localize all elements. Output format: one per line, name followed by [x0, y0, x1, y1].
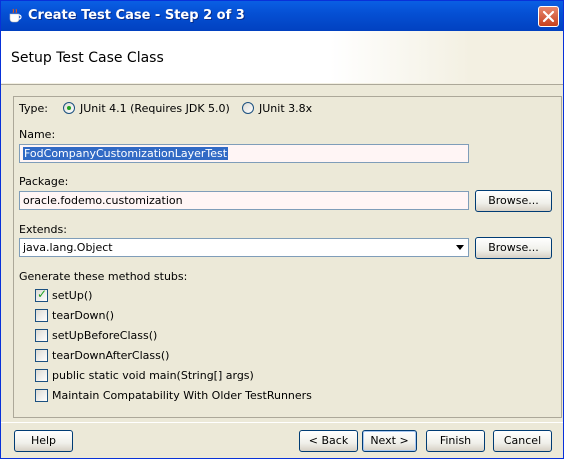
header-band: Setup Test Case Class — [1, 31, 563, 84]
junit3-radio[interactable] — [242, 102, 254, 114]
junit4-radio-label[interactable]: JUnit 4.1 (Requires JDK 5.0) — [80, 102, 230, 115]
package-value: oracle.fodemo.customization — [23, 194, 183, 207]
next-button[interactable]: Next > — [362, 430, 417, 452]
main-method-label[interactable]: public static void main(String[] args) — [52, 369, 254, 382]
page-title: Setup Test Case Class — [11, 50, 164, 66]
stubs-label: Generate these method stubs: — [19, 270, 188, 283]
extends-label: Extends: — [19, 223, 67, 236]
dialog-window: Create Test Case - Step 2 of 3 Setup Tes… — [0, 0, 564, 459]
footer-divider — [1, 422, 563, 423]
close-button[interactable] — [538, 6, 559, 27]
package-label: Package: — [19, 175, 69, 188]
type-label: Type: — [19, 102, 48, 115]
teardown-checkbox[interactable] — [35, 309, 48, 322]
setupbeforeclass-label[interactable]: setUpBeforeClass() — [52, 329, 157, 342]
back-button[interactable]: < Back — [299, 430, 358, 452]
compatibility-label[interactable]: Maintain Compatability With Older TestRu… — [52, 389, 312, 402]
window-title: Create Test Case - Step 2 of 3 — [28, 8, 245, 23]
extends-browse-button[interactable]: Browse... — [475, 237, 552, 259]
package-browse-button[interactable]: Browse... — [475, 190, 552, 212]
main-method-checkbox[interactable] — [35, 369, 48, 382]
setupbeforeclass-checkbox[interactable] — [35, 329, 48, 342]
name-field[interactable]: FodCompanyCustomizationLayerTest — [19, 144, 469, 163]
package-field[interactable]: oracle.fodemo.customization — [19, 191, 469, 210]
compatibility-checkbox[interactable] — [35, 389, 48, 402]
help-button[interactable]: Help — [14, 430, 73, 452]
extends-value: java.lang.Object — [23, 241, 113, 254]
teardown-label[interactable]: tearDown() — [52, 309, 114, 322]
junit4-radio[interactable] — [63, 102, 75, 114]
chevron-down-icon[interactable] — [456, 245, 464, 250]
title-bar[interactable]: Create Test Case - Step 2 of 3 — [1, 1, 563, 31]
header-divider — [1, 84, 563, 85]
cancel-button[interactable]: Cancel — [493, 430, 552, 452]
teardownafterclass-checkbox[interactable] — [35, 349, 48, 362]
setup-label[interactable]: setUp() — [52, 289, 92, 302]
teardownafterclass-label[interactable]: tearDownAfterClass() — [52, 349, 169, 362]
extends-combo[interactable]: java.lang.Object — [19, 238, 469, 257]
junit3-radio-label[interactable]: JUnit 3.8x — [259, 102, 312, 115]
close-icon — [542, 10, 555, 23]
finish-button[interactable]: Finish — [426, 430, 485, 452]
name-label: Name: — [19, 128, 56, 141]
check-icon: ✓ — [37, 287, 48, 301]
name-value: FodCompanyCustomizationLayerTest — [23, 147, 229, 160]
coffee-cup-icon — [9, 8, 22, 23]
setup-checkbox[interactable]: ✓ — [35, 287, 48, 302]
